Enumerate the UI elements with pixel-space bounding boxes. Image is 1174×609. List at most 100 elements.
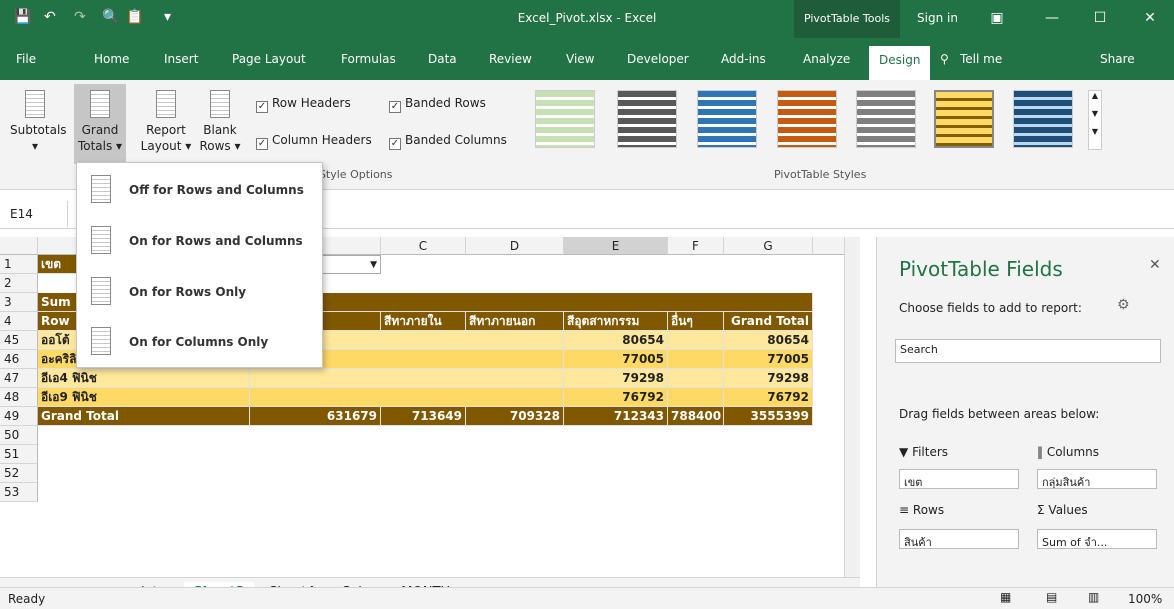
maximize-button[interactable]: ☐	[1078, 4, 1122, 32]
menu-item-on-rows-only[interactable]: On for Rows Only	[77, 267, 322, 317]
col-label-c[interactable]: สีทาภายใน	[381, 312, 466, 331]
row-header[interactable]: 49	[0, 407, 38, 426]
tab-home[interactable]: Home	[94, 52, 129, 66]
col-label-g[interactable]: Grand Total	[724, 312, 813, 331]
tab-review[interactable]: Review	[489, 52, 532, 66]
row-header[interactable]: 51	[0, 445, 38, 464]
sign-in-link[interactable]: Sign in	[917, 11, 958, 25]
col-label-d[interactable]: สีทาภายนอก	[466, 312, 564, 331]
empty-cell[interactable]	[668, 369, 724, 388]
row-headers-checkbox[interactable]: ✓ Row Headers	[256, 96, 351, 113]
row-header[interactable]: 1	[0, 255, 38, 274]
row-label[interactable]: อีเอ9 ฟินิช	[38, 388, 250, 407]
empty-cell[interactable]	[250, 388, 564, 407]
tab-data[interactable]: Data	[428, 52, 457, 66]
name-box[interactable]: E14	[2, 201, 68, 227]
tab-insert[interactable]: Insert	[164, 52, 198, 66]
menu-item-off-rows-columns[interactable]: Off for Rows and Columns	[77, 165, 322, 215]
style-gold-selected[interactable]	[934, 90, 994, 148]
total-cell[interactable]: 80654	[724, 331, 813, 350]
row-label[interactable]: อีเอ4 ฟินิช	[38, 369, 250, 388]
col-label-f[interactable]: อื่นๆ	[668, 312, 724, 331]
row-header[interactable]: 46	[0, 350, 38, 369]
vertical-scrollbar[interactable]	[844, 237, 860, 577]
style-gray[interactable]	[856, 90, 916, 148]
col-header-d[interactable]: D	[466, 237, 564, 255]
pane-close-icon[interactable]: ✕	[1149, 257, 1161, 273]
page-break-icon[interactable]: ▥	[1088, 590, 1099, 604]
field-search-input[interactable]: Search	[895, 339, 1161, 363]
empty-cell[interactable]	[668, 388, 724, 407]
empty-cell[interactable]	[668, 331, 724, 350]
total-cell[interactable]: 76792	[724, 388, 813, 407]
blank-rows-button[interactable]: Blank Rows ▾	[196, 90, 244, 154]
row-header[interactable]: 3	[0, 293, 38, 312]
empty-cell[interactable]	[668, 350, 724, 369]
subtotals-button[interactable]: Subtotals ▾	[10, 90, 67, 154]
grand-total-b[interactable]: 631679	[250, 407, 381, 426]
share-button[interactable]: Share	[1100, 52, 1135, 66]
gear-icon[interactable]: ⚙	[1117, 297, 1130, 313]
menu-item-on-rows-columns[interactable]: On for Rows and Columns	[77, 216, 322, 266]
grand-total-e[interactable]: 712343	[564, 407, 668, 426]
grand-total-label[interactable]: Grand Total	[38, 407, 250, 426]
styles-gallery-scroll[interactable]: ▲ ▼ ▼	[1088, 90, 1102, 150]
row-header[interactable]: 50	[0, 426, 38, 445]
tab-analyze[interactable]: Analyze	[803, 52, 850, 66]
grand-total-d[interactable]: 709328	[466, 407, 564, 426]
style-dark[interactable]	[617, 90, 677, 148]
total-cell[interactable]: 79298	[724, 369, 813, 388]
minimize-button[interactable]: —	[1030, 4, 1074, 32]
data-cell[interactable]: 79298	[564, 369, 668, 388]
grand-total-g[interactable]: 3555399	[724, 407, 813, 426]
tab-page-layout[interactable]: Page Layout	[232, 52, 306, 66]
style-blue[interactable]	[697, 90, 757, 148]
tab-view[interactable]: View	[566, 52, 594, 66]
select-all-corner[interactable]	[0, 237, 38, 255]
tell-me-icon[interactable]: ⚲	[940, 52, 949, 66]
row-header[interactable]: 52	[0, 464, 38, 483]
values-field[interactable]: Sum of จำ...	[1037, 529, 1157, 549]
tell-me-box[interactable]: Tell me	[960, 52, 1002, 66]
ribbon-display-icon[interactable]: ▣	[975, 4, 1019, 32]
tab-design[interactable]: Design	[869, 46, 931, 80]
style-navy[interactable]	[1013, 90, 1073, 148]
row-header[interactable]: 45	[0, 331, 38, 350]
rows-field[interactable]: สินค้า	[899, 529, 1019, 549]
col-header-g[interactable]: G	[724, 237, 813, 255]
data-cell[interactable]: 76792	[564, 388, 668, 407]
grand-total-c[interactable]: 713649	[381, 407, 466, 426]
data-cell[interactable]: 77005	[564, 350, 668, 369]
banded-rows-checkbox[interactable]: ✓ Banded Rows	[389, 96, 486, 113]
report-layout-button[interactable]: Report Layout ▾	[138, 90, 194, 154]
banded-columns-checkbox[interactable]: ✓ Banded Columns	[389, 133, 507, 150]
menu-item-on-columns-only[interactable]: On for Columns Only	[77, 317, 322, 367]
col-header-e[interactable]: E	[564, 237, 668, 255]
column-headers-checkbox[interactable]: ✓ Column Headers	[256, 133, 372, 150]
row-header[interactable]: 53	[0, 483, 38, 502]
filter-dropdown-icon[interactable]: ▼	[370, 256, 377, 273]
tab-developer[interactable]: Developer	[627, 52, 689, 66]
row-header[interactable]: 4	[0, 312, 38, 331]
zoom-level[interactable]: 100%	[1128, 592, 1162, 606]
row-header[interactable]: 2	[0, 274, 38, 293]
total-cell[interactable]: 77005	[724, 350, 813, 369]
tab-add-ins[interactable]: Add-ins	[721, 52, 766, 66]
col-header-f[interactable]: F	[668, 237, 724, 255]
tab-file[interactable]: File	[16, 52, 36, 66]
close-button[interactable]: ✕	[1128, 4, 1172, 32]
filters-field[interactable]: เขต	[899, 469, 1019, 489]
column-labels-cell[interactable]: bels	[250, 293, 813, 312]
col-header-c[interactable]: C	[381, 237, 466, 255]
col-label-e[interactable]: สีอุตสาหกรรม	[564, 312, 668, 331]
grand-totals-button[interactable]: Grand Totals ▾	[74, 84, 126, 164]
style-orange[interactable]	[777, 90, 837, 148]
row-header[interactable]: 48	[0, 388, 38, 407]
style-green[interactable]	[535, 90, 595, 148]
normal-view-icon[interactable]: ▦	[1000, 590, 1011, 604]
empty-cell[interactable]	[250, 369, 564, 388]
page-layout-icon[interactable]: ▤	[1046, 590, 1057, 604]
grand-total-f[interactable]: 788400	[668, 407, 724, 426]
tab-formulas[interactable]: Formulas	[341, 52, 396, 66]
data-cell[interactable]: 80654	[564, 331, 668, 350]
